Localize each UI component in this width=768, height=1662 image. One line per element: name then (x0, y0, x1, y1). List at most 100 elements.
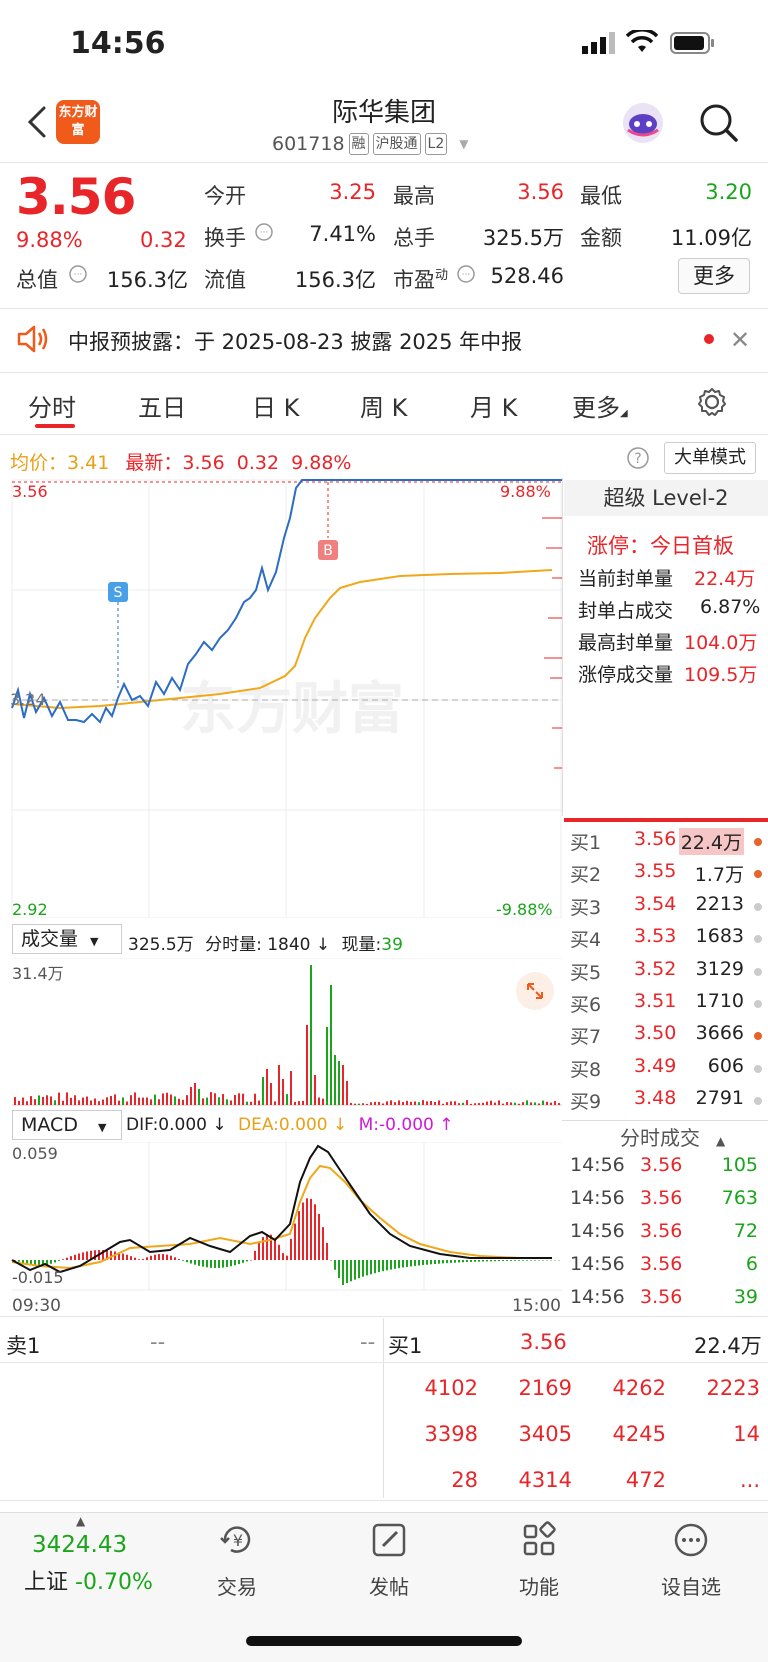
macd-bar (70, 1256, 72, 1260)
volume-bar (350, 1102, 352, 1105)
macd-bar (146, 1257, 148, 1260)
macd-bar (290, 1238, 292, 1260)
macd-bar (490, 1260, 492, 1262)
volume-bar (26, 1101, 28, 1105)
volume-bar (470, 1103, 472, 1105)
order-book-row[interactable]: 买4 3.53 1683 (568, 925, 768, 955)
nav-add-watchlist[interactable]: 设自选 (646, 1520, 736, 1600)
order-book-row[interactable]: 买1 3.56 22.4万 (568, 828, 768, 858)
volume-bar (138, 1097, 140, 1105)
order-book-row[interactable]: 买5 3.52 3129 (568, 958, 768, 988)
volume-bar (82, 1097, 84, 1105)
macd-bar (494, 1260, 496, 1262)
macd-bar (234, 1260, 236, 1266)
expand-up-icon[interactable]: ▲ (76, 1514, 85, 1528)
indicator-selector-macd[interactable]: MACD ▼ (12, 1110, 122, 1140)
nav-post[interactable]: 发帖 (344, 1520, 434, 1600)
volume-value: 325.5万 (482, 226, 564, 250)
assistant-robot-icon[interactable] (620, 100, 666, 146)
macd-bar (430, 1260, 432, 1265)
volume-bar (86, 1096, 88, 1105)
sell1-label: 卖1 (6, 1334, 41, 1358)
stock-subtitle[interactable]: 601718 融 沪股通 L2 ▼ (272, 133, 468, 155)
more-dots-icon (674, 1523, 708, 1557)
current-price: 3.56 (16, 168, 136, 226)
tab-more[interactable]: 更多◢ (572, 388, 628, 423)
order-level-label: 买7 (570, 1026, 602, 1049)
volume-bar (174, 1096, 176, 1105)
volume-bar (134, 1092, 136, 1105)
order-level-label: 买6 (570, 994, 602, 1016)
big-order-mode-button[interactable]: 大单模式 (664, 442, 756, 474)
order-book-row[interactable]: 买6 3.51 1710 (568, 990, 768, 1020)
ticks-title[interactable]: 分时成交 ▲ (620, 1122, 725, 1151)
order-book-row[interactable]: 买3 3.54 2213 (568, 893, 768, 923)
queue-cell: 472 (625, 1468, 666, 1492)
level2-title[interactable]: 超级 Level-2 (564, 480, 768, 516)
indicator-selector-volume[interactable]: 成交量 ▼ (12, 924, 122, 954)
tab-five-day[interactable]: 五日 (138, 388, 186, 423)
index-info[interactable]: 上证 -0.70% (24, 1564, 153, 1596)
queue-cell: 2169 (518, 1376, 572, 1400)
volume-bar (162, 1093, 164, 1105)
macd-bar (134, 1257, 136, 1260)
macd-bar (322, 1227, 324, 1260)
volume-bar (474, 1103, 476, 1105)
order-book-row[interactable]: 买8 3.49 606 (568, 1055, 768, 1085)
amount-label: 金额 (580, 226, 622, 250)
volume-bar (30, 1096, 32, 1105)
volume-bar (130, 1095, 132, 1105)
macd-bar (514, 1260, 516, 1261)
macd-bar (442, 1260, 444, 1264)
info-icon[interactable]: ··· (456, 264, 476, 288)
volume-bar (482, 1102, 484, 1105)
open-label: 今开 (204, 184, 246, 208)
volume-bar (430, 1100, 432, 1105)
macd-bar (486, 1260, 488, 1262)
status-dot (754, 870, 762, 879)
order-level-label: 买8 (570, 1058, 602, 1081)
macd-bar (390, 1260, 392, 1270)
queue-cell: 2223 (706, 1376, 760, 1400)
close-icon[interactable]: ✕ (730, 326, 750, 354)
order-book-row[interactable]: 买2 3.55 1.7万 (568, 860, 768, 890)
tab-intraday[interactable]: 分时 (28, 388, 76, 423)
volume-bar (362, 1103, 364, 1105)
macd-info: DIF:0.000 ↓ DEA:0.000 ↓ M:-0.000 ↑ (126, 1115, 454, 1135)
tab-daily-k[interactable]: 日 K (252, 388, 299, 423)
volume-bar (150, 1099, 152, 1105)
macd-bar (438, 1260, 440, 1264)
macd-bar (378, 1260, 380, 1273)
macd-bar (158, 1254, 160, 1260)
macd-bar (522, 1260, 524, 1261)
nav-trade[interactable]: ¥ 交易 (192, 1520, 282, 1600)
volume-bar (34, 1099, 36, 1105)
search-icon[interactable] (696, 100, 742, 146)
volume-bar (538, 1103, 540, 1105)
settings-gear-icon[interactable] (696, 386, 728, 422)
tab-monthly-k[interactable]: 月 K (470, 388, 517, 423)
order-book-row[interactable]: 买7 3.50 3666 (568, 1022, 768, 1052)
index-value[interactable]: 3424.43 (32, 1532, 127, 1558)
order-price: 3.56 (634, 828, 677, 850)
intraday-chart[interactable]: 东方财富 S B (0, 478, 568, 918)
macd-bar (182, 1260, 184, 1261)
info-icon[interactable]: ··· (68, 264, 88, 288)
pe-value: 528.46 (490, 264, 564, 288)
volume-bar (370, 1102, 372, 1105)
nav-functions[interactable]: 功能 (494, 1520, 584, 1600)
tab-weekly-k[interactable]: 周 K (360, 388, 407, 423)
volume-bar (282, 1079, 284, 1105)
volume-bar (50, 1096, 52, 1105)
home-indicator (246, 1636, 522, 1646)
volume-bar (346, 1081, 348, 1105)
macd-bar (250, 1260, 252, 1261)
macd-bar (414, 1260, 416, 1266)
macd-bar (450, 1260, 452, 1263)
more-button[interactable]: 更多 (678, 258, 750, 294)
order-book-row[interactable]: 买9 3.48 2791 (568, 1087, 768, 1117)
queue-cell: 4245 (612, 1422, 666, 1446)
info-icon[interactable]: ··· (254, 222, 274, 246)
expand-icon[interactable] (516, 972, 554, 1010)
help-icon[interactable]: ? (626, 446, 650, 474)
